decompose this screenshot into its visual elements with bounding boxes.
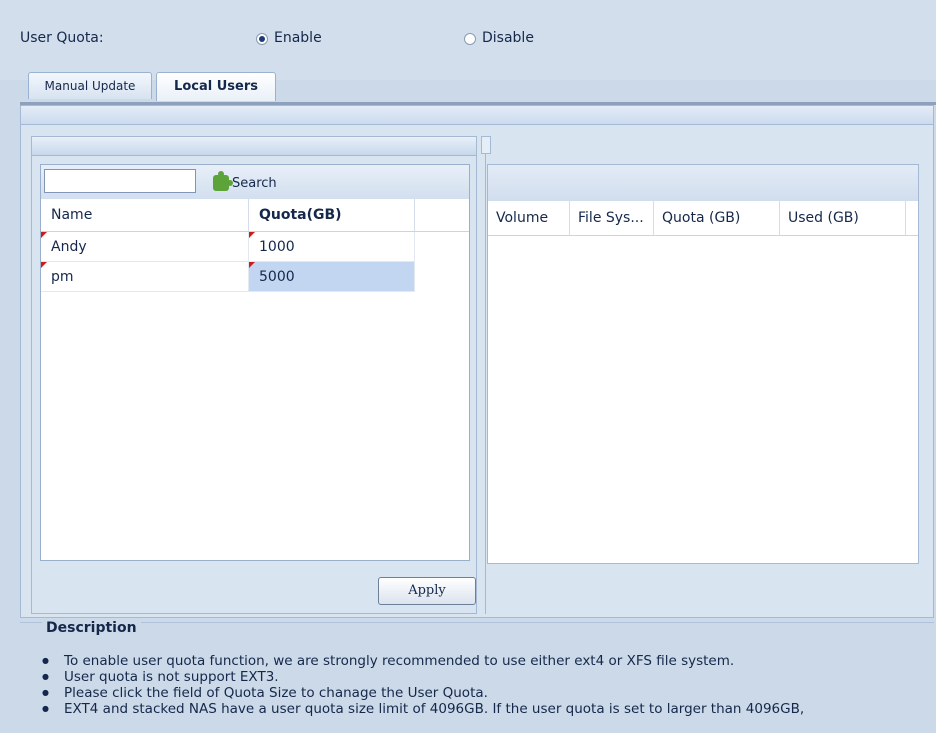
description-item: Please click the field of Quota Size to …: [42, 685, 804, 701]
description-list: To enable user quota function, we are st…: [42, 653, 804, 717]
description-section: Description To enable user quota functio…: [20, 620, 934, 733]
quota-grid-toolbar: [488, 165, 918, 202]
enable-radio[interactable]: [256, 33, 268, 45]
user-quota-cell[interactable]: 1000: [249, 232, 415, 262]
disable-radio-label[interactable]: Disable: [482, 30, 534, 46]
column-header-used-gb[interactable]: Used (GB): [780, 201, 906, 235]
user-quota-cell[interactable]: 5000: [249, 262, 415, 292]
users-panel: Search Name Quota(GB) Andy 1000 pm 5000 …: [31, 136, 477, 614]
search-button[interactable]: Search: [213, 171, 277, 193]
splitter-line: [485, 154, 486, 614]
panel-header-strip: [21, 106, 933, 125]
users-grid: Search Name Quota(GB) Andy 1000 pm 5000: [40, 164, 470, 561]
column-header-name[interactable]: Name: [41, 199, 249, 231]
user-name-cell[interactable]: Andy: [41, 232, 249, 262]
tab-manual-update[interactable]: Manual Update: [28, 72, 152, 99]
column-header-file-system[interactable]: File Sys...: [570, 201, 654, 235]
tab-local-users[interactable]: Local Users: [156, 72, 276, 101]
users-grid-toolbar: Search: [41, 165, 469, 200]
search-button-label: Search: [232, 175, 277, 191]
search-input[interactable]: [44, 169, 196, 193]
user-name-cell[interactable]: pm: [41, 262, 249, 292]
description-item: To enable user quota function, we are st…: [42, 653, 804, 669]
tab-bar: Manual Update Local Users: [20, 72, 936, 105]
description-item: User quota is not support EXT3.: [42, 669, 804, 685]
puzzle-icon: [213, 171, 233, 191]
quota-grid-header: Volume File Sys... Quota (GB) Used (GB): [488, 201, 918, 236]
table-row[interactable]: pm 5000: [41, 262, 415, 292]
user-quota-label: User Quota:: [20, 30, 104, 46]
description-item: EXT4 and stacked NAS have a user quota s…: [42, 701, 804, 717]
apply-button[interactable]: Apply: [378, 577, 476, 605]
column-header-volume[interactable]: Volume: [488, 201, 570, 235]
column-header-quota[interactable]: Quota(GB): [249, 199, 415, 231]
local-users-panel: Search Name Quota(GB) Andy 1000 pm 5000 …: [20, 105, 934, 618]
table-row[interactable]: Andy 1000: [41, 232, 415, 262]
enable-radio-label[interactable]: Enable: [274, 30, 322, 46]
description-title: Description: [42, 620, 141, 636]
users-grid-header: Name Quota(GB): [41, 199, 469, 232]
quota-grid: Volume File Sys... Quota (GB) Used (GB): [487, 164, 919, 564]
column-header-quota-gb[interactable]: Quota (GB): [654, 201, 780, 235]
disable-radio[interactable]: [464, 33, 476, 45]
splitter-handle[interactable]: [481, 136, 491, 154]
users-panel-header: [32, 137, 476, 156]
user-quota-section: User Quota: Enable Disable: [0, 0, 936, 80]
